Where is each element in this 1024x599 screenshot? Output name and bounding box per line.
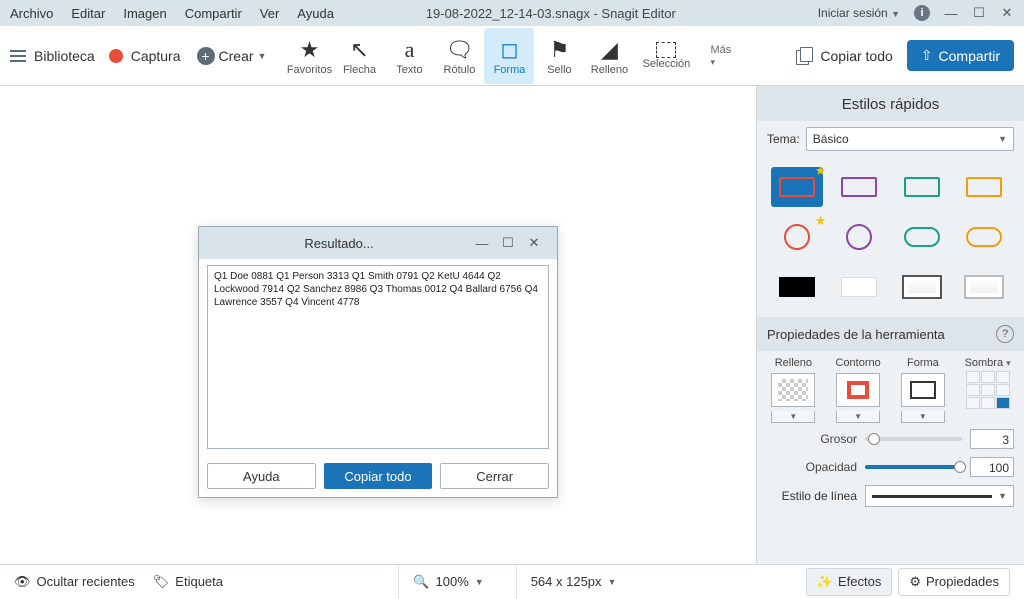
style-red-rect[interactable]: ★	[771, 167, 823, 207]
style-3d-light[interactable]	[958, 267, 1010, 307]
menu-bar: Archivo Editar Imagen Compartir Ver Ayud…	[0, 0, 1024, 26]
opacity-value[interactable]: 100	[970, 457, 1014, 477]
style-purple-circle[interactable]	[833, 217, 885, 257]
menu-compartir[interactable]: Compartir	[185, 6, 242, 21]
tool-forma[interactable]: ◻Forma	[484, 28, 534, 84]
more-tools[interactable]: Más▾	[710, 44, 731, 68]
maximize-icon[interactable]: ☐	[972, 6, 986, 20]
star-icon: ★	[815, 163, 827, 179]
prop-sombra[interactable]: Sombra ▾	[957, 357, 1018, 423]
style-red-circle[interactable]: ★	[771, 217, 823, 257]
toolbar: Biblioteca Captura + Crear ▼ ★Favoritos …	[0, 26, 1024, 86]
gear-icon: ⚙	[909, 574, 921, 590]
theme-select[interactable]: Básico▼	[806, 127, 1014, 151]
dimensions-control[interactable]: 564 x 125px ▼	[516, 565, 631, 599]
tag-icon: 🏷	[153, 574, 170, 590]
tool-seleccion[interactable]: Selección	[634, 28, 698, 84]
dialog-maximize-icon[interactable]: ☐	[495, 235, 521, 251]
text-icon: a	[405, 36, 415, 64]
shadow-grid[interactable]	[966, 371, 1010, 409]
help-icon[interactable]: ?	[996, 325, 1014, 343]
fill-icon: ◢	[601, 36, 618, 64]
tool-favoritos[interactable]: ★Favoritos	[284, 28, 334, 84]
shape-icon: ◻	[500, 36, 518, 64]
arrow-icon: ↖	[350, 36, 368, 64]
capture-icon	[109, 49, 123, 63]
tools-group: ★Favoritos ↖Flecha aTexto 🗨Rótulo ◻Forma…	[284, 28, 698, 84]
speech-icon: 🗨	[445, 36, 473, 64]
thickness-value[interactable]: 3	[970, 429, 1014, 449]
style-purple-rect[interactable]	[833, 167, 885, 207]
style-black-fill[interactable]	[771, 267, 823, 307]
result-dialog: Resultado... — ☐ ✕ Q1 Doe 0881 Q1 Person…	[198, 226, 558, 498]
tool-properties-header: Propiedades de la herramienta ?	[757, 317, 1024, 351]
style-3d-dark[interactable]	[896, 267, 948, 307]
tag-button[interactable]: 🏷 Etiqueta	[153, 574, 223, 590]
prop-relleno[interactable]: Relleno ▼	[763, 357, 824, 423]
upload-icon: ⇧	[921, 47, 933, 64]
style-white-fill[interactable]	[833, 267, 885, 307]
plus-icon: +	[197, 47, 215, 65]
thickness-slider[interactable]: Grosor 3	[757, 425, 1024, 453]
magnifier-icon: 🔍	[413, 574, 429, 590]
side-panel: Estilos rápidos Tema: Básico▼ ★ ★ Propie…	[756, 86, 1024, 564]
tool-flecha[interactable]: ↖Flecha	[334, 28, 384, 84]
selection-icon	[656, 42, 676, 58]
stamp-icon: ⚑	[550, 36, 570, 64]
style-teal-roundrect[interactable]	[896, 217, 948, 257]
create-button[interactable]: + Crear ▼	[197, 47, 267, 65]
zoom-control[interactable]: 🔍 100% ▼	[398, 565, 497, 599]
minimize-icon[interactable]: —	[944, 6, 958, 20]
dialog-title-text: Resultado...	[209, 236, 469, 251]
close-icon[interactable]: ✕	[1000, 6, 1014, 20]
tool-texto[interactable]: aTexto	[384, 28, 434, 84]
effects-tab[interactable]: ✨ Efectos	[806, 568, 893, 596]
prop-forma[interactable]: Forma ▼	[893, 357, 954, 423]
capture-button[interactable]: Captura	[131, 48, 181, 64]
tool-rotulo[interactable]: 🗨Rótulo	[434, 28, 484, 84]
opacity-slider[interactable]: Opacidad 100	[757, 453, 1024, 481]
eye-icon: 👁	[14, 574, 31, 590]
dialog-minimize-icon[interactable]: —	[469, 236, 495, 251]
style-orange-rect[interactable]	[958, 167, 1010, 207]
checker-icon	[778, 379, 808, 401]
canvas-area[interactable]: Resultado... — ☐ ✕ Q1 Doe 0881 Q1 Person…	[0, 86, 756, 564]
hamburger-icon[interactable]	[10, 50, 26, 62]
prop-contorno[interactable]: Contorno ▼	[828, 357, 889, 423]
tool-sello[interactable]: ⚑Sello	[534, 28, 584, 84]
copy-all-button[interactable]: Copiar todo	[796, 47, 892, 65]
dialog-close-icon[interactable]: ✕	[521, 235, 547, 251]
result-textarea[interactable]: Q1 Doe 0881 Q1 Person 3313 Q1 Smith 0791…	[207, 265, 549, 449]
quick-styles-header: Estilos rápidos	[757, 86, 1024, 121]
wand-icon: ✨	[817, 574, 833, 590]
dialog-close-button[interactable]: Cerrar	[440, 463, 549, 489]
library-button[interactable]: Biblioteca	[34, 48, 95, 64]
star-icon: ★	[815, 213, 827, 229]
menu-ver[interactable]: Ver	[260, 6, 280, 21]
tool-relleno[interactable]: ◢Relleno	[584, 28, 634, 84]
menu-archivo[interactable]: Archivo	[10, 6, 53, 21]
copy-icon	[796, 47, 814, 65]
dialog-titlebar[interactable]: Resultado... — ☐ ✕	[199, 227, 557, 259]
line-style-select[interactable]: ▼	[865, 485, 1014, 507]
signin-link[interactable]: Iniciar sesión ▼	[818, 6, 900, 20]
info-icon[interactable]: i	[914, 5, 930, 21]
share-button[interactable]: ⇧ Compartir	[907, 40, 1014, 71]
theme-label: Tema:	[767, 132, 800, 146]
menu-editar[interactable]: Editar	[71, 6, 105, 21]
menu-imagen[interactable]: Imagen	[123, 6, 166, 21]
window-title: 19-08-2022_12-14-03.snagx - Snagit Edito…	[302, 6, 800, 21]
dialog-copy-button[interactable]: Copiar todo	[324, 463, 433, 489]
status-bar: 👁 Ocultar recientes 🏷 Etiqueta 🔍 100% ▼ …	[0, 564, 1024, 598]
style-teal-rect[interactable]	[896, 167, 948, 207]
styles-grid: ★ ★	[757, 157, 1024, 317]
star-icon: ★	[300, 36, 320, 64]
properties-tab[interactable]: ⚙ Propiedades	[898, 568, 1010, 596]
line-style-label: Estilo de línea	[767, 489, 857, 503]
hide-recent-button[interactable]: 👁 Ocultar recientes	[14, 574, 135, 590]
style-orange-roundrect[interactable]	[958, 217, 1010, 257]
dialog-help-button[interactable]: Ayuda	[207, 463, 316, 489]
